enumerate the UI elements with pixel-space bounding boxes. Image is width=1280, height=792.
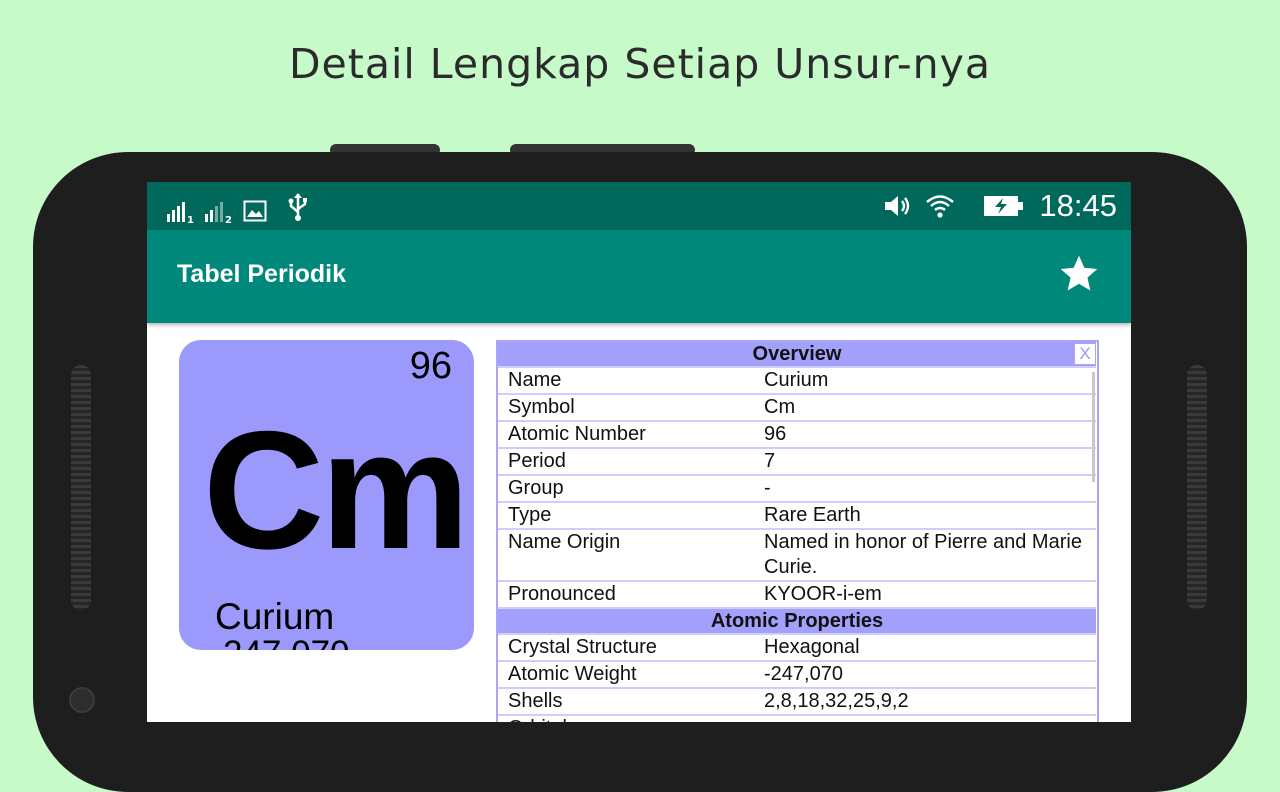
status-clock: 18:45 <box>1039 188 1117 223</box>
property-value: Rare Earth <box>754 502 1096 530</box>
signal-icon: 2 <box>205 200 232 226</box>
front-camera <box>69 687 95 713</box>
right-speaker-grille <box>1187 365 1207 610</box>
sim2-label: 2 <box>225 215 232 226</box>
sim1-label: 1 <box>187 215 194 226</box>
status-bar: 1 2 18:45 <box>147 182 1131 230</box>
property-value: - <box>754 475 1096 503</box>
favorite-button[interactable] <box>1057 252 1101 296</box>
battery-charging-icon <box>984 196 1024 216</box>
table-row: Shells 2,8,18,32,25,9,2 <box>498 688 1096 716</box>
section-title: Overview <box>498 342 1096 368</box>
image-icon <box>243 200 267 222</box>
property-value: 7 <box>754 448 1096 476</box>
table-row: Group - <box>498 475 1096 503</box>
property-label: Period <box>498 448 754 476</box>
property-label: Name Origin <box>498 529 754 582</box>
property-label: Shells <box>498 688 754 716</box>
table-row: Atomic Number 96 <box>498 421 1096 449</box>
property-value: Named in honor of Pierre and Marie Curie… <box>754 529 1096 582</box>
left-speaker-grille <box>71 365 91 610</box>
property-value: Cm <box>754 394 1096 422</box>
property-label: Pronounced <box>498 581 754 609</box>
property-value: 96 <box>754 421 1096 449</box>
table-row: Atomic Weight -247,070 <box>498 661 1096 689</box>
property-value: -247,070 <box>754 661 1096 689</box>
element-symbol: Cm <box>203 396 470 584</box>
property-label: Group <box>498 475 754 503</box>
property-label: Symbol <box>498 394 754 422</box>
table-row: Symbol Cm <box>498 394 1096 422</box>
property-label: Type <box>498 502 754 530</box>
property-label: Atomic Weight <box>498 661 754 689</box>
property-value: KYOOR-i-em <box>754 581 1096 609</box>
element-name: Curium <box>215 596 335 637</box>
volume-icon <box>885 196 910 216</box>
table-row: Type Rare Earth <box>498 502 1096 530</box>
section-header: Atomic Properties <box>498 608 1096 635</box>
details-table: Overview Name Curium Symbol Cm Atomic Number 9… <box>498 342 1096 722</box>
property-label: Atomic Number <box>498 421 754 449</box>
property-label: Crystal Structure <box>498 634 754 662</box>
table-row: Crystal Structure Hexagonal <box>498 634 1096 662</box>
property-value: Curium <box>754 367 1096 395</box>
element-details-panel: X Overview Name Curium Symbol Cm Atomic Numbe… <box>496 340 1099 722</box>
property-label: Name <box>498 367 754 395</box>
element-weight: 247,070 <box>223 634 350 650</box>
element-tile: 96 Cm Curium 247,070 <box>179 340 474 650</box>
scrollbar[interactable] <box>1092 372 1095 482</box>
table-row: Orbitals <box>498 715 1096 722</box>
phone-screen: 1 2 18:45 Tabel Periodik 96 Cm Curium X … <box>147 182 1131 722</box>
promo-headline: Detail Lengkap Setiap Unsur-nya <box>288 40 991 88</box>
property-value: Hexagonal <box>754 634 1096 662</box>
table-row: Period 7 <box>498 448 1096 476</box>
section-header: Overview <box>498 342 1096 368</box>
property-label: Orbitals <box>498 715 754 722</box>
wifi-icon <box>926 195 955 218</box>
app-bar: Tabel Periodik <box>147 230 1131 323</box>
table-row: Pronounced KYOOR-i-em <box>498 581 1096 609</box>
usb-icon <box>288 193 307 221</box>
app-title: Tabel Periodik <box>177 260 347 288</box>
star-icon <box>1060 255 1098 291</box>
property-value <box>754 715 1096 722</box>
property-value: 2,8,18,32,25,9,2 <box>754 688 1096 716</box>
section-title: Atomic Properties <box>498 608 1096 635</box>
table-row: Name Curium <box>498 367 1096 395</box>
close-button[interactable]: X <box>1074 343 1096 365</box>
table-row: Name Origin Named in honor of Pierre and … <box>498 529 1096 582</box>
signal-icon: 1 <box>167 200 194 226</box>
element-atomic-number: 96 <box>409 345 452 387</box>
